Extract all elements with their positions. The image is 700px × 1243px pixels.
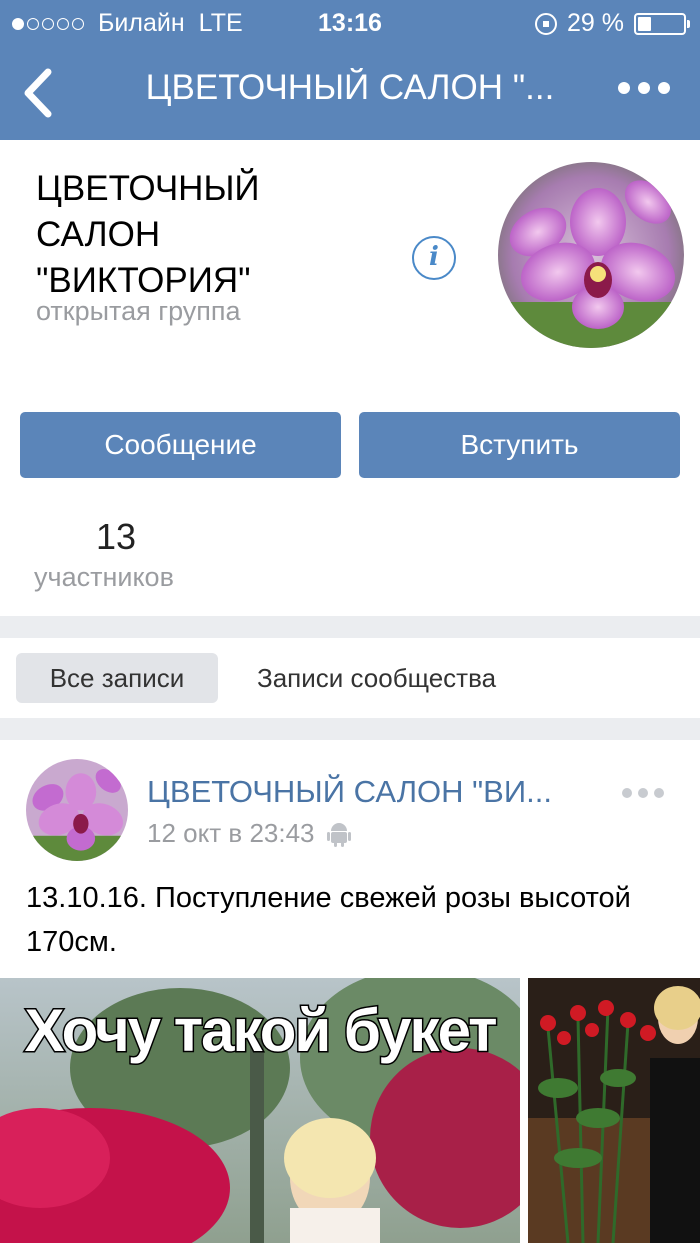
- group-avatar[interactable]: [498, 162, 684, 348]
- rotation-lock-icon: [535, 12, 558, 35]
- post-author-name[interactable]: ЦВЕТОЧНЫЙ САЛОН "ВИ...: [147, 774, 587, 810]
- battery-percent: 29 %: [567, 9, 624, 37]
- post: ЦВЕТОЧНЫЙ САЛОН "ВИ... 12 окт в 23:43 13…: [0, 740, 700, 1243]
- posts-tabs: Все записи Записи сообщества: [0, 638, 700, 718]
- tab-community-posts[interactable]: Записи сообщества: [257, 653, 496, 703]
- post-photo-1[interactable]: Хочу такой букет: [0, 978, 520, 1243]
- post-time: 12 окт в 23:43: [147, 818, 315, 848]
- message-button[interactable]: Сообщение: [20, 412, 341, 478]
- group-type: открытая группа: [36, 296, 241, 326]
- top-bar: Билайн LTE 13:16 29 % ЦВЕТОЧНЫЙ САЛОН ".…: [0, 0, 700, 140]
- tab-all-posts[interactable]: Все записи: [16, 653, 218, 703]
- android-icon: [326, 822, 351, 847]
- photo-caption: Хочу такой букет: [23, 996, 499, 1066]
- info-icon[interactable]: i: [412, 236, 456, 280]
- join-button[interactable]: Вступить: [359, 412, 680, 478]
- post-text: 13.10.16. Поступление свежей розы высото…: [26, 882, 631, 958]
- nav-title: ЦВЕТОЧНЫЙ САЛОН "...: [145, 68, 555, 107]
- battery-icon: [634, 12, 690, 35]
- members-label[interactable]: участников: [34, 562, 174, 593]
- status-right: 29 %: [535, 9, 690, 38]
- nav-bar: ЦВЕТОЧНЫЙ САЛОН "...: [0, 46, 700, 140]
- chevron-left-icon[interactable]: [18, 66, 66, 120]
- post-photo-2[interactable]: [528, 978, 700, 1243]
- post-meta: 12 окт в 23:43: [147, 818, 351, 849]
- status-bar: Билайн LTE 13:16 29 %: [0, 0, 700, 46]
- group-name: ЦВЕТОЧНЫЙ САЛОН "ВИКТОРИЯ": [36, 169, 260, 300]
- more-icon[interactable]: [618, 82, 670, 94]
- post-more-icon[interactable]: [622, 788, 664, 798]
- members-count[interactable]: 13: [36, 516, 196, 558]
- group-header: ЦВЕТОЧНЫЙ САЛОН "ВИКТОРИЯ" открытая груп…: [0, 140, 700, 616]
- post-author-avatar[interactable]: [26, 759, 128, 861]
